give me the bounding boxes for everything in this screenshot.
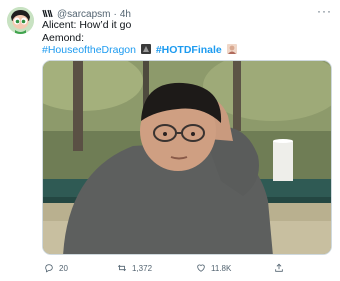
tweet-actions: 20 1,372 11.8K — [42, 262, 332, 276]
like-button[interactable]: 11.8K — [196, 262, 231, 274]
retweet-button[interactable]: 1,372 — [117, 262, 152, 274]
hashtag-house-of-the-dragon[interactable]: #HouseoftheDragon — [42, 44, 136, 56]
tweet-line-1: Alicent: How’d it go — [42, 19, 132, 31]
avatar[interactable] — [7, 7, 34, 34]
retweet-count: 1,372 — [132, 263, 153, 273]
dragon-hashflag-icon — [140, 44, 151, 54]
character-hashflag-icon — [226, 44, 237, 54]
tweet-text: Alicent: How’d it go Aemond: #Houseofthe… — [42, 19, 239, 57]
retweet-icon — [117, 264, 127, 272]
tweet-hashtags: #HouseoftheDragon #HOTDFinale — [42, 44, 239, 57]
reply-button[interactable]: 20 — [44, 262, 68, 274]
share-button[interactable] — [274, 262, 289, 274]
like-count: 11.8K — [211, 263, 232, 273]
tweet-card: @sarcapsm · 4h ··· Alicent: How’d it go … — [0, 0, 340, 281]
heart-icon — [197, 264, 205, 272]
hashtag-hotd-finale[interactable]: #HOTDFinale — [156, 44, 222, 56]
share-icon — [275, 263, 283, 272]
tweet-media-image[interactable] — [42, 60, 332, 255]
reply-count: 20 — [59, 263, 68, 273]
tweet-line-2: Aemond: — [42, 31, 85, 44]
more-options-icon[interactable]: ··· — [317, 4, 332, 18]
reply-icon — [45, 264, 53, 273]
